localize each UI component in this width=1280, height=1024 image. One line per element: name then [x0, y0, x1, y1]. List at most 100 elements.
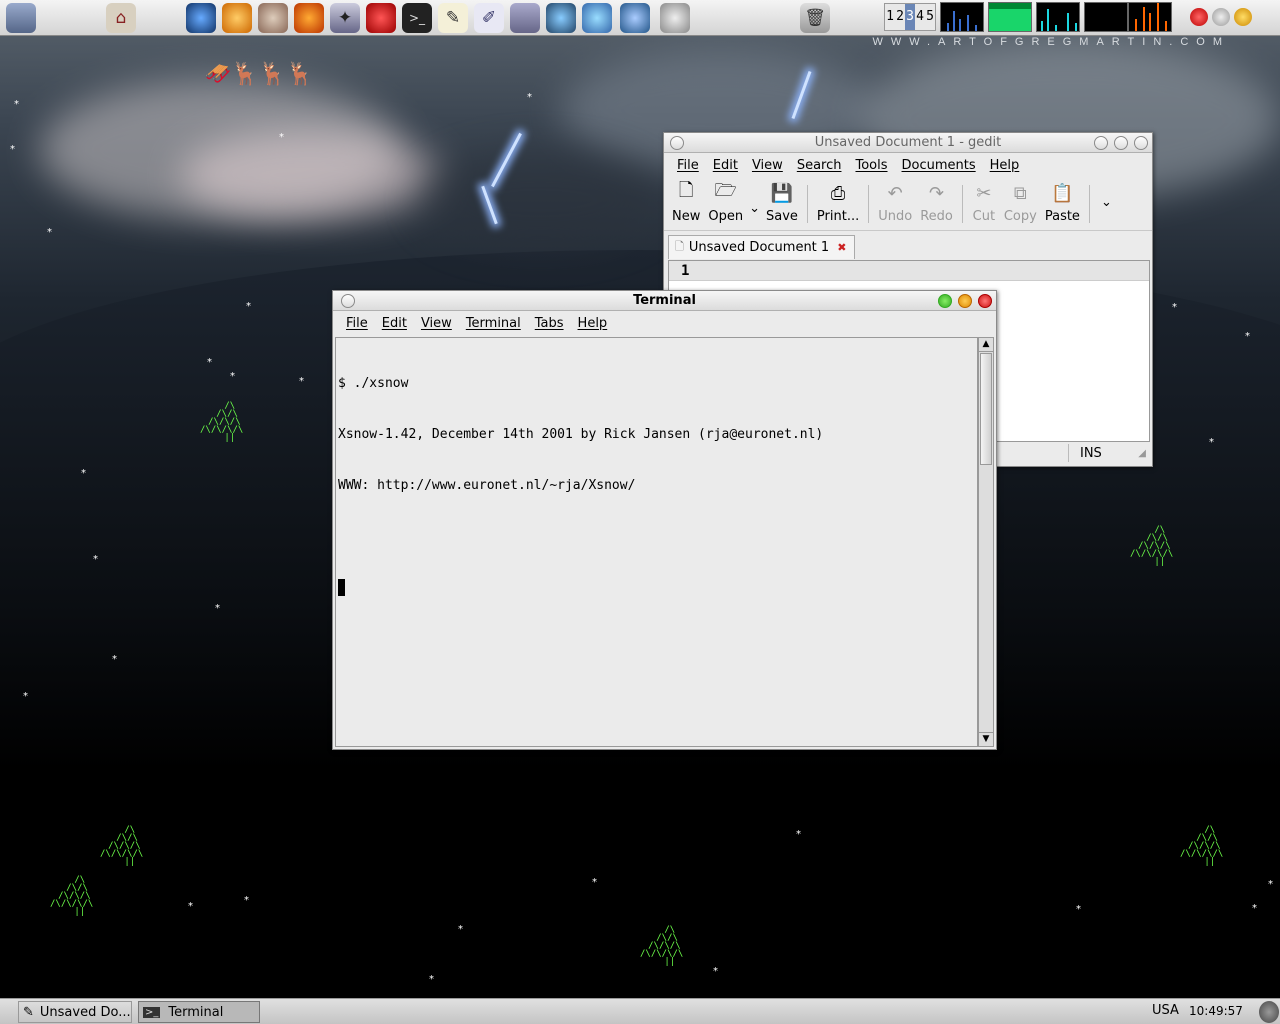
scroll-down-icon[interactable]: ▼ — [979, 732, 993, 746]
maximize-button[interactable] — [958, 294, 972, 308]
workspace-2[interactable]: 2 — [895, 4, 905, 30]
open-folder-icon: 🗁 — [714, 180, 737, 201]
terminal-output[interactable]: $ ./xsnow Xsnow-1.42, December 14th 2001… — [335, 337, 978, 747]
new-document-icon: 🗋 — [678, 180, 694, 201]
menu-view[interactable]: View — [745, 158, 790, 173]
copy-label: Copy — [1003, 209, 1037, 224]
new-button[interactable]: 🗋 New — [668, 180, 704, 224]
apple-menu-icon[interactable] — [6, 3, 36, 33]
workspace-4[interactable]: 4 — [915, 4, 925, 30]
terminal-line: $ ./xsnow — [338, 376, 409, 391]
window-menu-button[interactable] — [341, 294, 355, 308]
redo-button[interactable]: ↷ Redo — [916, 181, 957, 225]
tool-icon[interactable]: ✦ — [330, 3, 360, 33]
terminal-scrollbar[interactable]: ▲ ▼ — [978, 337, 994, 747]
clock[interactable]: 10:49:57 — [1189, 1004, 1243, 1018]
top-panel: ⌂ ✦ >_ ✎ ✐ 🗑 12345 — [0, 0, 1280, 36]
paste-icon: 📋 — [1051, 182, 1074, 204]
menu-terminal[interactable]: Terminal — [459, 316, 528, 331]
maximize-button[interactable] — [1114, 136, 1128, 150]
web-browser-icon[interactable] — [186, 3, 216, 33]
menu-tabs[interactable]: Tabs — [528, 316, 571, 331]
status-tray-icon[interactable] — [1190, 8, 1208, 26]
resize-grip-icon[interactable]: ◢ — [1138, 448, 1146, 459]
menu-edit[interactable]: Edit — [375, 316, 414, 331]
new-label: New — [672, 209, 701, 224]
task-terminal[interactable]: >_ Terminal — [138, 1001, 260, 1023]
close-button[interactable] — [978, 294, 992, 308]
christmas-tree-icon: /\ /\/\ /\/\/\ /\/\/\/\ || — [1180, 825, 1224, 867]
menu-edit[interactable]: Edit — [706, 158, 745, 173]
print-button[interactable]: ⎙ Print... — [813, 181, 863, 225]
chevron-down-icon: ⌄ — [749, 201, 760, 216]
menu-search[interactable]: Search — [790, 158, 849, 173]
gimp-icon[interactable] — [258, 3, 288, 33]
christmas-tree-icon: /\ /\/\ /\/\/\ /\/\/\/\ || — [50, 875, 94, 917]
paste-label: Paste — [1044, 209, 1080, 224]
terminal-menubar: File Edit View Terminal Tabs Help — [333, 311, 996, 335]
menu-view[interactable]: View — [414, 316, 459, 331]
toolbar-separator — [1088, 185, 1090, 223]
toolbar-separator — [961, 185, 963, 223]
menu-tools[interactable]: Tools — [848, 158, 894, 173]
terminal-icon[interactable]: >_ — [402, 3, 432, 33]
task-gedit[interactable]: ✎ Unsaved Do... — [18, 1001, 132, 1023]
sticky-icon[interactable] — [366, 3, 396, 33]
terminal-titlebar[interactable]: Terminal — [333, 291, 996, 311]
window-menu-button[interactable] — [670, 136, 684, 150]
menu-help[interactable]: Help — [983, 158, 1027, 173]
clock-icon[interactable] — [660, 3, 690, 33]
gedit-titlebar[interactable]: Unsaved Document 1 - gedit — [664, 133, 1152, 153]
show-desktop-icon[interactable] — [1259, 1001, 1279, 1023]
menu-documents[interactable]: Documents — [895, 158, 983, 173]
close-button[interactable] — [1134, 136, 1148, 150]
document-tabs: 🗋 Unsaved Document 1 ✖ — [664, 231, 1152, 259]
undo-label: Undo — [878, 209, 913, 224]
copy-button[interactable]: ⧉ Copy — [1000, 181, 1041, 225]
blender-icon[interactable] — [222, 3, 252, 33]
files-icon[interactable] — [510, 3, 540, 33]
workspace-3[interactable]: 3 — [905, 4, 915, 30]
workspace-1[interactable]: 1 — [885, 4, 895, 30]
trash-icon[interactable]: 🗑 — [800, 3, 830, 33]
load-graph — [1128, 2, 1172, 32]
penguin-icon[interactable] — [1234, 8, 1252, 26]
open-label: Open — [708, 209, 744, 224]
toolbar-separator — [868, 185, 870, 223]
home-icon[interactable]: ⌂ — [106, 3, 136, 33]
scroll-up-icon[interactable]: ▲ — [979, 338, 993, 352]
minimize-button[interactable] — [1094, 136, 1108, 150]
paste-button[interactable]: 📋 Paste — [1041, 181, 1084, 225]
chevron-down-icon: ⌄ — [1100, 195, 1112, 210]
network-icon[interactable] — [620, 3, 650, 33]
open-dropdown-button[interactable]: ⌄ — [747, 181, 762, 216]
firefox-icon[interactable] — [294, 3, 324, 33]
minimize-button[interactable] — [938, 294, 952, 308]
globe-mail-icon[interactable] — [546, 3, 576, 33]
gedit-toolbar: 🗋 New 🗁 Open ⌄ 💾 Save ⎙ Print... ↶ Undo ↷ Redo… — [664, 177, 1152, 231]
status-tray-icon[interactable] — [1212, 8, 1230, 26]
toolbar-overflow-button[interactable]: ⌄ — [1095, 181, 1118, 210]
messenger-icon[interactable] — [582, 3, 612, 33]
save-icon: 💾 — [770, 182, 794, 204]
draw-icon[interactable]: ✐ — [474, 3, 504, 33]
menu-help[interactable]: Help — [571, 316, 615, 331]
text-editor-icon[interactable]: ✎ — [438, 3, 468, 33]
keyboard-layout[interactable]: USA — [1152, 1003, 1179, 1018]
cut-button[interactable]: ✂ Cut — [968, 181, 1000, 225]
workspace-5[interactable]: 5 — [925, 4, 935, 30]
gedit-icon: ✎ — [23, 1004, 34, 1020]
terminal-icon: >_ — [143, 1006, 161, 1018]
menu-file[interactable]: File — [670, 158, 706, 173]
scrollbar-thumb[interactable] — [980, 353, 992, 465]
undo-button[interactable]: ↶ Undo — [874, 181, 916, 225]
save-button[interactable]: 💾 Save — [762, 181, 802, 225]
menu-file[interactable]: File — [339, 316, 375, 331]
document-icon: 🗋 — [675, 240, 684, 253]
tab-unsaved-document[interactable]: 🗋 Unsaved Document 1 ✖ — [668, 235, 856, 259]
terminal-cursor — [338, 579, 345, 596]
cut-label: Cut — [972, 209, 996, 224]
open-button[interactable]: 🗁 Open — [704, 180, 747, 224]
tab-close-icon[interactable]: ✖ — [837, 241, 846, 254]
workspace-switcher[interactable]: 12345 — [884, 3, 936, 31]
